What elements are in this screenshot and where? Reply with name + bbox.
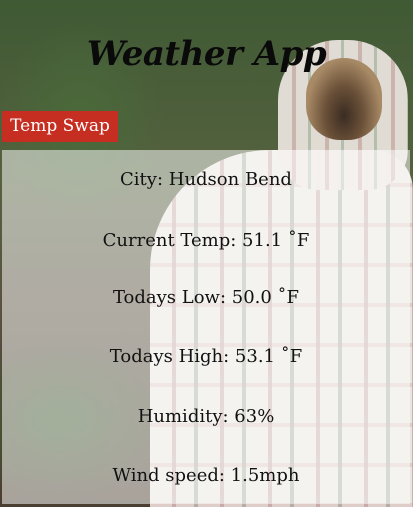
humidity-label: Humidity: 63%	[137, 406, 275, 427]
current-temp-label: Current Temp: 51.1 ˚F	[102, 230, 310, 251]
city-label: City: Hudson Bend	[120, 169, 292, 190]
app-title: Weather App	[86, 34, 327, 74]
todays-low-label: Todays Low: 50.0 ˚F	[112, 287, 300, 308]
todays-high-label: Todays High: 53.1 ˚F	[109, 346, 303, 367]
wind-speed-label: Wind speed: 1.5mph	[112, 465, 300, 486]
temp-swap-button[interactable]: Temp Swap	[2, 111, 118, 142]
weather-panel: City: Hudson Bend Current Temp: 51.1 ˚F …	[2, 150, 410, 504]
